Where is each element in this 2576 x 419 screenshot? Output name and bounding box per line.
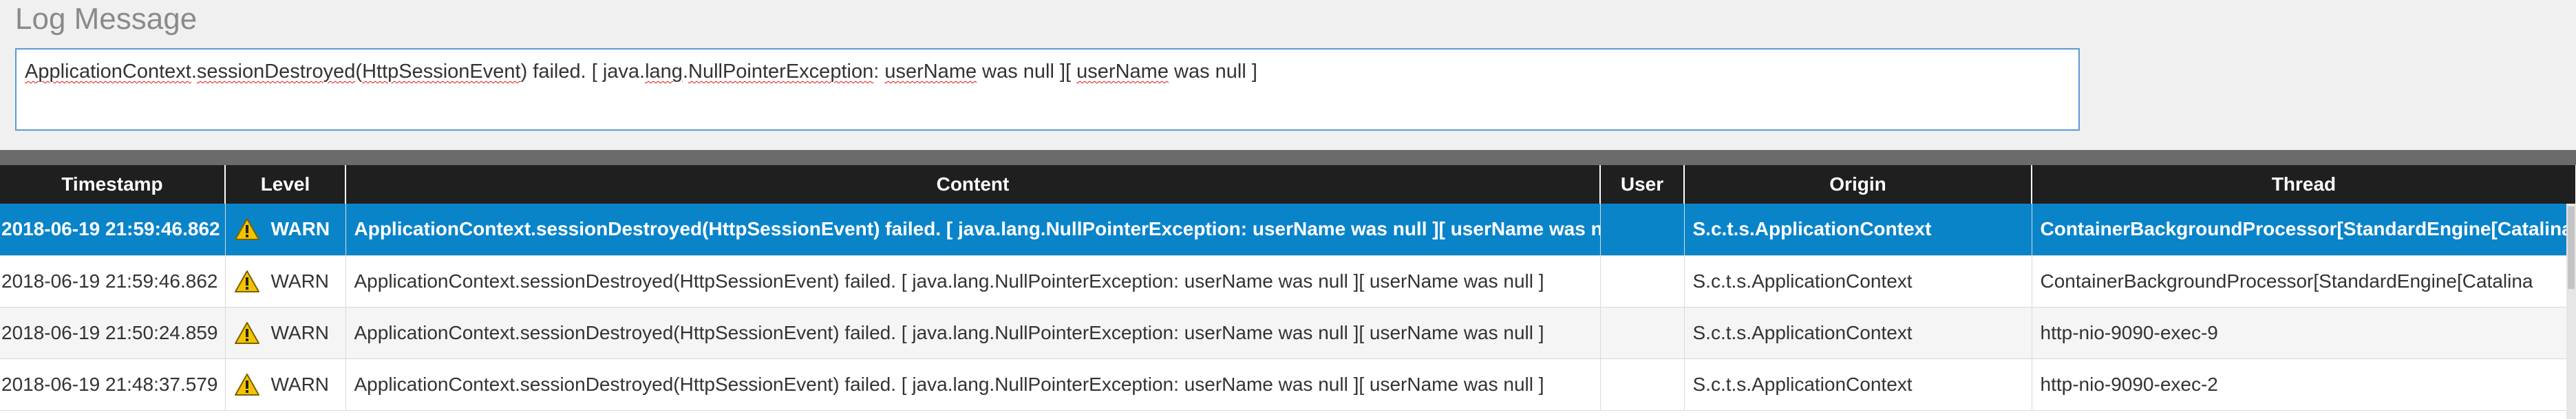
cell-user <box>1600 358 1685 411</box>
column-header-timestamp[interactable]: Timestamp <box>0 165 226 204</box>
message-text-segment: was null ] <box>1168 61 1257 83</box>
misspelled-word: NullPointerException <box>688 61 874 83</box>
table-row[interactable]: 2018-06-19 21:48:37.579 WARN ApplicationCo… <box>0 358 2576 411</box>
log-message-title: Log Message <box>15 2 198 36</box>
level-label: WARN <box>270 321 330 343</box>
message-text-segment: ( <box>355 61 363 83</box>
cell-level: WARN <box>225 307 346 359</box>
cell-level: WARN <box>225 204 346 256</box>
grid-header-row: Timestamp Level Content User Origin Thre… <box>0 165 2576 204</box>
pane-splitter[interactable] <box>0 150 2576 165</box>
cell-user <box>1600 204 1685 256</box>
level-label: WARN <box>270 373 330 395</box>
log-message-panel: Log Message ApplicationContext.sessionDe… <box>0 0 2576 150</box>
column-header-level[interactable]: Level <box>225 165 346 204</box>
misspelled-word: HttpSessionEvent <box>362 61 521 83</box>
warning-icon <box>234 373 260 396</box>
cell-level: WARN <box>225 358 346 411</box>
cell-timestamp: 2018-06-19 21:48:37.579 <box>0 358 226 411</box>
message-text-segment: . <box>191 61 197 83</box>
cell-timestamp: 2018-06-19 21:59:46.862 <box>0 204 226 256</box>
level-label: WARN <box>270 218 330 240</box>
column-header-thread[interactable]: Thread <box>2032 165 2576 204</box>
misspelled-word: userName <box>884 61 977 83</box>
column-header-origin[interactable]: Origin <box>1684 165 2032 204</box>
table-row[interactable]: 2018-06-19 21:50:24.859 WARN ApplicationCo… <box>0 307 2576 359</box>
cell-content: ApplicationContext.sessionDestroyed(Http… <box>345 307 1601 359</box>
cell-origin: S.c.t.s.ApplicationContext <box>1684 307 2032 359</box>
cell-content: ApplicationContext.sessionDestroyed(Http… <box>345 204 1601 256</box>
log-grid: Timestamp Level Content User Origin Thre… <box>0 165 2576 419</box>
cell-user <box>1600 255 1685 308</box>
table-row[interactable]: 2018-06-19 21:59:46.862 WARN ApplicationCo… <box>0 255 2576 308</box>
cell-content: ApplicationContext.sessionDestroyed(Http… <box>345 358 1601 411</box>
warning-icon <box>234 321 260 345</box>
cell-thread: ContainerBackgroundProcessor[StandardEng… <box>2032 204 2576 256</box>
cell-thread: ContainerBackgroundProcessor[StandardEng… <box>2032 255 2576 308</box>
cell-origin: S.c.t.s.ApplicationContext <box>1684 255 2032 308</box>
misspelled-word: userName <box>1076 61 1169 83</box>
level-label: WARN <box>270 270 330 292</box>
scrollbar-thumb[interactable] <box>2568 206 2575 289</box>
cell-timestamp: 2018-06-19 21:59:46.862 <box>0 255 226 308</box>
warning-icon <box>234 270 260 293</box>
warning-icon <box>234 217 260 241</box>
message-text-segment: ) failed. [ java. <box>520 61 646 83</box>
cell-thread: http-nio-9090-exec-9 <box>2032 307 2576 359</box>
cell-level: WARN <box>225 255 346 308</box>
misspelled-word: ApplicationContext <box>25 61 191 83</box>
message-text-segment: was null ][ <box>977 61 1077 83</box>
cell-timestamp: 2018-06-19 21:50:24.859 <box>0 307 226 359</box>
table-row-selected[interactable]: 2018-06-19 21:59:46.862 WARN ApplicationCo… <box>0 204 2576 256</box>
cell-user <box>1600 307 1685 359</box>
log-message-textbox[interactable]: ApplicationContext.sessionDestroyed(Http… <box>15 48 2080 131</box>
message-text-segment: . <box>682 61 688 83</box>
cell-origin: S.c.t.s.ApplicationContext <box>1684 204 2032 256</box>
column-header-content[interactable]: Content <box>345 165 1601 204</box>
column-header-user[interactable]: User <box>1600 165 1685 204</box>
cell-origin: S.c.t.s.ApplicationContext <box>1684 358 2032 411</box>
misspelled-word: sessionDestroyed <box>196 61 356 83</box>
cell-content: ApplicationContext.sessionDestroyed(Http… <box>345 255 1601 308</box>
message-text-segment: : <box>873 61 885 83</box>
cell-thread: http-nio-9090-exec-2 <box>2032 358 2576 411</box>
misspelled-word: lang <box>645 61 683 83</box>
